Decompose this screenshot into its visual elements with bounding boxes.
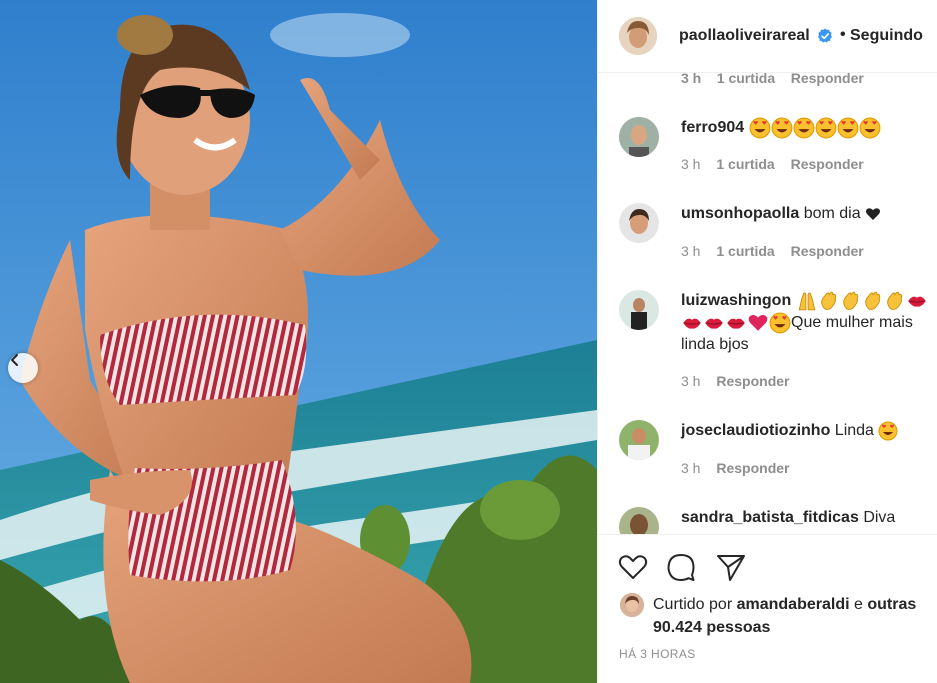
commenter-avatar-image [619,507,659,534]
reply-button[interactable]: Responder [791,72,864,86]
post-timestamp[interactable]: HÁ 3 HORAS [619,647,696,661]
heart-eyes-emoji-icon [793,117,815,139]
comment-likes[interactable]: 1 curtida [716,156,774,172]
verified-badge-icon [818,28,832,43]
comment-time: 3 h [681,460,701,476]
comment-username[interactable]: luizwashingon [681,292,791,309]
comment-list-item: ferro904 [681,117,936,139]
commenter-avatar[interactable] [619,420,659,460]
emoji-row [749,117,881,139]
author-avatar[interactable] [619,17,657,55]
commenter-avatar[interactable] [619,203,659,243]
heart-eyes-emoji-icon [769,312,791,334]
comment-likes[interactable]: 1 curtida [717,72,775,86]
heart-eyes-emoji-icon [878,421,898,441]
reply-button[interactable]: Responder [716,373,789,389]
hidden-comment-meta: 3 h 1 curtida Responder [681,72,864,86]
kiss-mark-emoji-icon [705,318,723,329]
heart-eyes-emoji-icon [837,117,859,139]
likes-prefix: Curtido por [653,596,733,613]
header-separator: • [840,26,846,43]
heart-eyes-emoji-icon [771,117,793,139]
comment-text: Linda [834,422,874,439]
kiss-mark-emoji-icon [727,318,745,329]
paper-plane-icon[interactable] [715,551,747,583]
comment-time: 3 h [681,243,701,259]
comment-username[interactable]: ferro904 [681,119,744,136]
commenter-avatar-image [619,420,659,460]
comments-list[interactable]: 3 h 1 curtida Responder ferro904 3 h 1 c… [598,72,937,534]
emoji-row [681,312,791,334]
liker-avatar[interactable] [620,593,644,617]
clapping-hands-emoji-icon [864,291,880,310]
previous-photo-button[interactable] [8,353,38,383]
chevron-left-icon [11,354,18,366]
heart-outline-icon[interactable] [617,551,649,583]
comment-time: 3 h [681,373,701,389]
clapping-hands-emoji-icon [886,291,902,310]
comment-username[interactable]: sandra_batista_fitdicas [681,509,859,526]
commenter-avatar[interactable] [619,507,659,534]
kiss-mark-emoji-icon [683,318,701,329]
commenter-avatar[interactable] [619,290,659,330]
comment-meta: 3 h 1 curtida Responder [681,156,876,172]
comment-time: 3 h [681,156,701,172]
post-header: paollaoliveirareal • Seguindo [598,0,937,73]
comment-text: bom dia [803,205,861,222]
clapping-hands-emoji-icon [820,291,836,310]
comment-meta: 3 h Responder [681,373,801,389]
following-button[interactable]: Seguindo [850,27,923,45]
comment-icon[interactable] [665,551,697,583]
comment-list-item: joseclaudiotiozinho Linda [681,420,936,442]
commenter-avatar-image [619,203,659,243]
beach-photo-illustration [0,0,597,683]
instagram-post-modal: paollaoliveirareal • Seguindo 3 h 1 curt… [0,0,937,683]
heart-eyes-emoji-icon [859,117,881,139]
likes-joiner: e [854,596,863,613]
emoji-row [796,291,928,311]
author-username[interactable]: paollaoliveirareal [679,27,810,45]
reply-button[interactable]: Responder [716,460,789,476]
likes-summary: Curtido por amandaberaldi e outras 90.42… [653,593,928,639]
red-heart-emoji-icon [748,315,768,331]
comment-meta: 3 h Responder [681,460,801,476]
post-side-panel: paollaoliveirareal • Seguindo 3 h 1 curt… [597,0,937,683]
commenter-avatar-image [619,117,659,157]
comment-meta: 3 h 1 curtida Responder [681,243,876,259]
comment-likes[interactable]: 1 curtida [716,243,774,259]
reply-button[interactable]: Responder [791,156,864,172]
comment-username[interactable]: joseclaudiotiozinho [681,422,830,439]
black-heart-icon [866,207,881,220]
kiss-mark-emoji-icon [907,296,926,307]
commenter-avatar-image [619,290,659,330]
comment-list-item: luizwashingon Que mulher mais linda bjos [681,290,936,356]
comment-list-item: umsonhopaolla bom dia [681,203,936,225]
clapping-hands-emoji-icon [842,291,858,310]
commenter-avatar[interactable] [619,117,659,157]
heart-eyes-emoji-icon [749,117,771,139]
comment-list-item: sandra_batista_fitdicas Diva [681,507,936,529]
author-avatar-image [619,17,657,55]
comment-time: 3 h [681,72,702,86]
comment-username[interactable]: umsonhopaolla [681,205,799,222]
heart-eyes-emoji-icon [815,117,837,139]
liker-avatar-image [620,593,644,617]
reply-button[interactable]: Responder [791,243,864,259]
liker-username[interactable]: amandaberaldi [737,596,850,613]
comment-text: Diva [863,509,896,526]
raised-hands-emoji-icon [798,292,815,311]
post-photo[interactable] [0,0,597,683]
post-actions: Curtido por amandaberaldi e outras 90.42… [598,535,937,683]
